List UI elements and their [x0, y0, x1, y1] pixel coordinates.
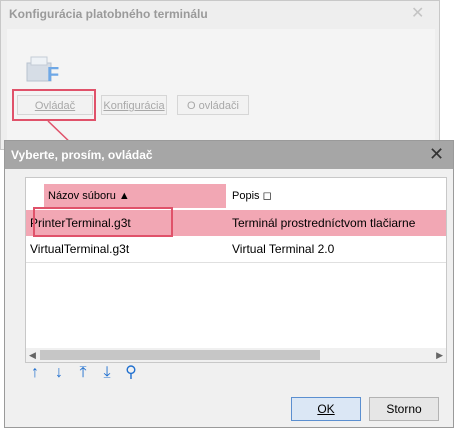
- scrollbar-thumb[interactable]: [40, 350, 320, 360]
- scroll-right-icon[interactable]: ▶: [436, 348, 443, 362]
- driver-select-dialog: Vyberte, prosím, ovládač ✕ Názov súboru …: [4, 140, 454, 428]
- row-divider: [26, 262, 446, 263]
- scroll-left-icon[interactable]: ◀: [29, 348, 36, 362]
- search-icon[interactable]: ⚲: [121, 363, 141, 383]
- ok-button[interactable]: OK: [291, 397, 361, 421]
- move-down-icon[interactable]: ↓: [49, 363, 69, 383]
- cancel-button[interactable]: Storno: [369, 397, 439, 421]
- column-header-filename[interactable]: Názov súboru ▲: [44, 184, 226, 208]
- table-row[interactable]: VirtualTerminal.g3t Virtual Terminal 2.0: [26, 236, 446, 262]
- row-description: Terminál prostredníctvom tlačiarne: [232, 216, 416, 230]
- dialog-title: Vyberte, prosím, ovládač: [11, 148, 153, 162]
- move-up-icon[interactable]: ↑: [25, 363, 45, 383]
- column-header-description[interactable]: Popis ◻: [228, 184, 438, 208]
- move-top-icon[interactable]: ⤒: [73, 363, 93, 383]
- move-bottom-icon[interactable]: ⤓: [97, 363, 117, 383]
- dialog-titlebar: Vyberte, prosím, ovládač ✕: [5, 141, 453, 169]
- selected-file-annotation: [33, 207, 173, 237]
- row-filename: VirtualTerminal.g3t: [30, 242, 130, 256]
- row-description: Virtual Terminal 2.0: [232, 242, 335, 256]
- driver-list[interactable]: Názov súboru ▲ Popis ◻ PrinterTerminal.g…: [25, 177, 447, 363]
- close-icon[interactable]: ✕: [429, 143, 444, 165]
- horizontal-scrollbar[interactable]: ◀ ▶: [26, 348, 446, 362]
